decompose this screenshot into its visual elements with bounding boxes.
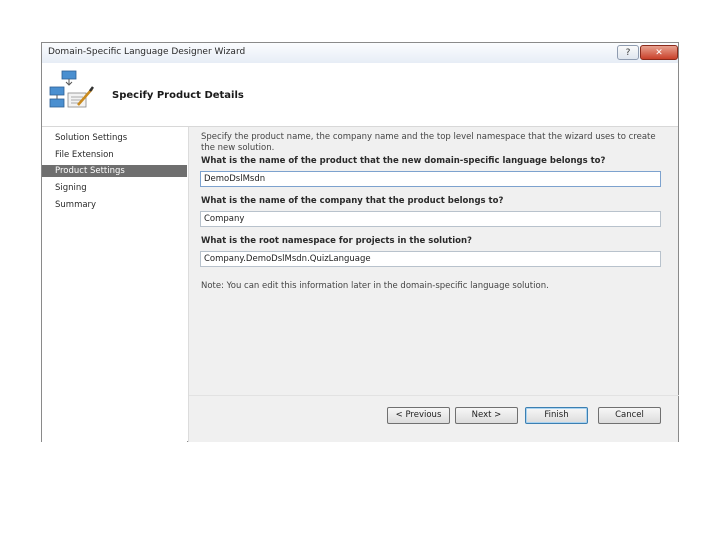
button-separator <box>189 395 679 396</box>
nav-item-solution-settings[interactable]: Solution Settings <box>42 132 187 144</box>
company-question-label: What is the name of the company that the… <box>201 196 504 206</box>
finish-button[interactable]: Finish <box>525 407 588 424</box>
note-text: Note: You can edit this information late… <box>201 281 549 291</box>
namespace-question-label: What is the root namespace for projects … <box>201 236 472 246</box>
wizard-window: Domain-Specific Language Designer Wizard… <box>41 42 679 442</box>
root-namespace-field[interactable]: Company.DemoDslMsdn.QuizLanguage <box>200 251 661 267</box>
content-panel: Specify the product name, the company na… <box>188 127 679 442</box>
nav-item-file-extension[interactable]: File Extension <box>42 149 187 161</box>
wizard-header: Specify Product Details <box>42 63 678 127</box>
help-button[interactable]: ? <box>617 45 639 60</box>
intro-text: Specify the product name, the company na… <box>201 132 656 153</box>
wizard-nav: Solution Settings File Extension Product… <box>42 127 187 442</box>
previous-button[interactable]: < Previous <box>387 407 450 424</box>
window-title: Domain-Specific Language Designer Wizard <box>48 47 246 57</box>
cancel-button[interactable]: Cancel <box>598 407 661 424</box>
title-bar[interactable]: Domain-Specific Language Designer Wizard… <box>42 43 678 64</box>
next-button[interactable]: Next > <box>455 407 518 424</box>
nav-item-summary[interactable]: Summary <box>42 199 187 211</box>
close-button[interactable]: ✕ <box>640 45 678 60</box>
page-title: Specify Product Details <box>112 90 244 101</box>
company-name-field[interactable]: Company <box>200 211 661 227</box>
wizard-diagram-icon <box>49 70 94 108</box>
nav-item-signing[interactable]: Signing <box>42 182 187 194</box>
product-question-label: What is the name of the product that the… <box>201 156 606 166</box>
product-name-field[interactable]: DemoDslMsdn <box>200 171 661 187</box>
nav-item-product-settings[interactable]: Product Settings <box>42 165 187 177</box>
